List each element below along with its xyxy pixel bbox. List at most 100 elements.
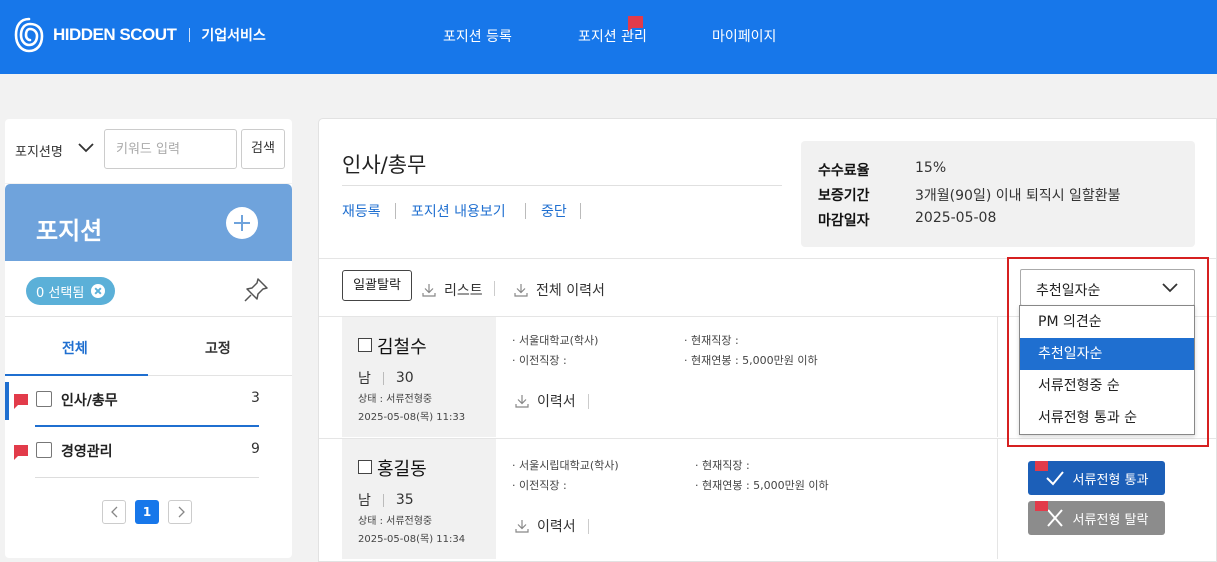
candidate-date: 2025-05-08(목) 11:34	[358, 534, 466, 545]
close-icon	[1046, 509, 1063, 527]
flag-icon	[14, 394, 28, 409]
position-search-bar: 포지션명 검색	[5, 119, 292, 183]
page-title: 인사/총무	[342, 153, 427, 177]
candidate-age: 35	[395, 492, 414, 508]
candidate-checkbox[interactable]	[358, 460, 372, 474]
pin-icon[interactable]	[242, 276, 270, 304]
list-download-button[interactable]: 리스트	[422, 280, 483, 300]
tab-all[interactable]: 전체	[62, 338, 88, 358]
chevron-down-icon	[1162, 283, 1178, 293]
resume-label: 이력서	[537, 394, 576, 410]
divider	[35, 477, 259, 478]
fail-screening-button[interactable]: 서류전형 탈락	[1028, 501, 1165, 535]
add-position-icon[interactable]	[226, 207, 258, 239]
page-number-button[interactable]: 1	[135, 500, 159, 524]
download-icon	[515, 395, 529, 408]
pass-screening-button[interactable]: 서류전형 통과	[1028, 461, 1165, 495]
divider	[342, 185, 782, 186]
divider	[5, 316, 292, 317]
resume-download-button[interactable]: 이력서	[515, 516, 589, 536]
position-name: 인사/총무	[61, 393, 118, 409]
resume-label: 이력서	[537, 519, 576, 535]
list-download-label: 리스트	[444, 283, 483, 299]
candidate-name[interactable]: 김철수	[377, 333, 427, 359]
stop-link[interactable]: 중단	[541, 201, 567, 221]
candidate-prev-job: · 이전직장 :	[512, 354, 567, 367]
divider	[997, 317, 998, 437]
position-checkbox[interactable]	[36, 442, 52, 458]
next-page-button[interactable]	[168, 500, 192, 524]
bulk-reject-button[interactable]: 일괄탈락	[342, 270, 412, 301]
check-icon	[1045, 471, 1064, 486]
position-info-box: 수수료율 15% 보증기간 3개월(90일) 이내 퇴직시 일할환불 마감일자 …	[801, 141, 1195, 247]
nav-position-manage[interactable]: 포지션 관리	[578, 26, 647, 46]
search-field-select[interactable]: 포지션명	[15, 141, 63, 160]
sort-dropdown-menu: PM 의견순 추천일자순 서류전형중 순 서류전형 통과 순	[1019, 305, 1195, 435]
sort-select[interactable]: 추천일자순	[1020, 269, 1195, 306]
pass-screening-label: 서류전형 통과	[1072, 472, 1149, 488]
selected-count-chip: 0 선택됨	[26, 277, 116, 305]
nav-mypage[interactable]: 마이페이지	[712, 26, 776, 46]
divider	[997, 439, 998, 559]
brand-divider	[189, 28, 191, 42]
flag-icon	[14, 445, 28, 460]
download-icon	[514, 284, 528, 297]
reregister-link[interactable]: 재등록	[342, 201, 381, 221]
info-value: 15%	[915, 160, 947, 176]
position-panel-header: 포지션	[5, 184, 292, 261]
candidate-summary: 김철수 남 30 상태 : 서류전형중 2025-05-08(목) 11:33	[342, 317, 496, 437]
chevron-right-icon	[178, 506, 185, 518]
divider	[494, 281, 495, 296]
all-resume-download-button[interactable]: 전체 이력서	[514, 280, 605, 300]
sort-selected-value: 추천일자순	[1036, 283, 1101, 299]
candidate-salary: · 현재연봉 : 5,000만원 이하	[695, 479, 829, 492]
candidate-status: 상태 : 서류전형중	[358, 516, 433, 527]
tab-fixed[interactable]: 고정	[205, 338, 231, 358]
flag-icon	[1035, 461, 1048, 471]
divider	[525, 203, 526, 219]
sort-option-screening[interactable]: 서류전형중 순	[1020, 370, 1194, 402]
divider	[148, 375, 292, 376]
active-tab-indicator	[5, 374, 148, 376]
brand-logo[interactable]: HIDDEN SCOUT 기업서비스	[13, 16, 266, 54]
position-checkbox[interactable]	[36, 391, 52, 407]
chevron-left-icon	[111, 506, 118, 518]
keyword-input[interactable]	[104, 129, 237, 169]
download-icon	[515, 520, 529, 533]
divider	[395, 203, 396, 219]
candidate-school: · 서울대학교(학사)	[512, 334, 599, 347]
selected-count-label: 0 선택됨	[36, 285, 85, 301]
candidate-status: 상태 : 서류전형중	[358, 394, 433, 405]
sort-option-pm[interactable]: PM 의견순	[1020, 306, 1194, 338]
position-list-item[interactable]: 인사/총무 3	[5, 381, 292, 421]
nav-position-register[interactable]: 포지션 등록	[443, 26, 512, 46]
candidate-prev-job: · 이전직장 :	[512, 479, 567, 492]
candidate-current-job: · 현재직장 :	[684, 334, 739, 347]
candidate-date: 2025-05-08(목) 11:33	[358, 412, 466, 423]
download-icon	[422, 284, 436, 297]
view-position-link[interactable]: 포지션 내용보기	[411, 201, 506, 221]
candidate-checkbox[interactable]	[358, 338, 372, 352]
position-list-item[interactable]: 경영관리 9	[5, 432, 292, 472]
chevron-down-icon[interactable]	[78, 141, 94, 153]
info-value: 3개월(90일) 이내 퇴직시 일할환불	[915, 188, 1121, 204]
candidate-meta: 남 35	[358, 490, 414, 510]
flag-icon	[628, 16, 643, 32]
candidate-name[interactable]: 홍길동	[377, 455, 427, 481]
position-name: 경영관리	[61, 444, 113, 460]
sort-option-passed[interactable]: 서류전형 통과 순	[1020, 402, 1194, 434]
clear-selection-icon[interactable]	[91, 284, 106, 298]
top-navbar: HIDDEN SCOUT 기업서비스 포지션 등록 포지션 관리 마이페이지	[0, 0, 1217, 74]
info-value: 2025-05-08	[915, 210, 997, 226]
position-panel-title: 포지션	[36, 217, 103, 245]
search-button[interactable]: 검색	[241, 129, 285, 169]
prev-page-button[interactable]	[102, 500, 126, 524]
info-label: 수수료율	[818, 163, 870, 179]
brand-name: HIDDEN SCOUT	[53, 25, 177, 44]
candidate-current-job: · 현재직장 :	[695, 459, 750, 472]
position-count: 3	[251, 390, 260, 406]
divider	[35, 425, 259, 427]
resume-download-button[interactable]: 이력서	[515, 391, 589, 411]
sort-option-recommend-date[interactable]: 추천일자순	[1020, 338, 1194, 370]
position-count: 9	[251, 441, 260, 457]
